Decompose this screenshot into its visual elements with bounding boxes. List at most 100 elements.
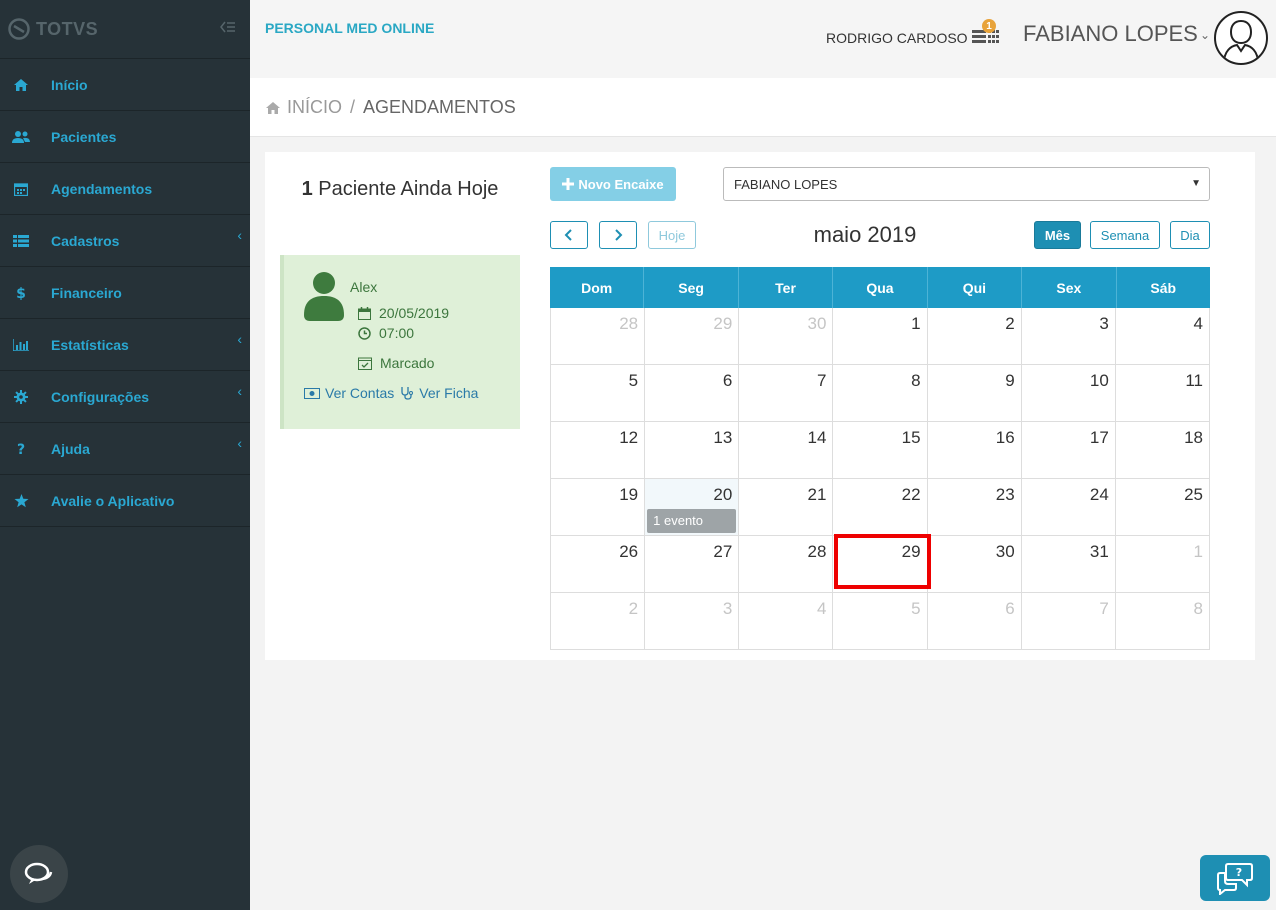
calendar-day-cell[interactable]: 12 xyxy=(550,422,644,478)
app-title[interactable]: PERSONAL MED ONLINE xyxy=(265,20,434,36)
view-week-button[interactable]: Semana xyxy=(1090,221,1160,249)
bar-chart-icon xyxy=(11,338,31,351)
home-icon xyxy=(11,78,31,92)
calendar-day-cell[interactable]: 7 xyxy=(738,365,832,421)
notifications-button[interactable]: 1 xyxy=(972,19,1000,46)
calendar-day-cell[interactable]: 26 xyxy=(550,536,644,592)
sidebar-item-ajuda[interactable]: ? Ajuda ‹ xyxy=(0,423,250,475)
calendar-day-cell[interactable]: 11 xyxy=(1114,365,1210,421)
calendar-day-cell[interactable]: 25 xyxy=(1114,479,1210,535)
next-month-button[interactable] xyxy=(599,221,637,249)
professional-select[interactable]: FABIANO LOPES ▼ xyxy=(723,167,1210,201)
main-panel: 1 Paciente Ainda Hoje Alex 20/05/2019 07… xyxy=(265,152,1255,660)
chevron-left-icon: ‹ xyxy=(237,383,242,399)
day-number: 29 xyxy=(901,542,921,561)
day-number: 9 xyxy=(1005,371,1015,390)
calendar-day-cell[interactable]: 2 xyxy=(926,308,1021,364)
calendar-day-cell[interactable]: 8 xyxy=(1114,593,1210,649)
calendar-day-cell[interactable]: 24 xyxy=(1020,479,1115,535)
calendar-day-cell[interactable]: 27 xyxy=(644,536,738,592)
calendar-day-cell[interactable]: 30 xyxy=(926,536,1021,592)
prev-month-button[interactable] xyxy=(550,221,588,249)
secondary-user-name[interactable]: RODRIGO CARDOSO xyxy=(826,30,968,46)
calendar-day-cell[interactable]: 14 xyxy=(738,422,832,478)
calendar-day-cell[interactable]: 4 xyxy=(1114,308,1210,364)
day-number: 19 xyxy=(619,485,639,504)
help-button[interactable]: ? xyxy=(1200,855,1270,901)
day-number: 6 xyxy=(1005,599,1015,618)
sidebar-item-pacientes[interactable]: Pacientes xyxy=(0,111,250,163)
calendar-day-cell[interactable]: 1 xyxy=(1114,536,1210,592)
chat-button[interactable] xyxy=(10,845,68,903)
calendar-day-cell[interactable]: 22 xyxy=(832,479,926,535)
calendar-day-cell[interactable]: 18 xyxy=(1114,422,1210,478)
day-number: 7 xyxy=(816,371,827,390)
calendar-day-cell[interactable]: 3 xyxy=(1020,308,1115,364)
svg-text:?: ? xyxy=(1236,866,1242,879)
calendar-day-cell[interactable]: 3 xyxy=(644,593,738,649)
sidebar: TOTVS Início Pacientes Agendamentos Cadastr… xyxy=(0,0,250,910)
breadcrumb-home[interactable]: INÍCIO xyxy=(287,97,342,118)
weekday-label: Dom xyxy=(550,267,645,308)
calendar-day-cell[interactable]: 28 xyxy=(550,308,644,364)
calendar-day-cell[interactable]: 29 xyxy=(832,536,926,592)
calendar-day-cell[interactable]: 31 xyxy=(1020,536,1115,592)
calendar-day-cell[interactable]: 5 xyxy=(832,593,926,649)
calendar-day-cell[interactable]: 15 xyxy=(832,422,926,478)
calendar-day-cell[interactable]: 1 xyxy=(832,308,926,364)
calendar-day-cell[interactable]: 6 xyxy=(644,365,738,421)
calendar-day-cell[interactable]: 7 xyxy=(1020,593,1115,649)
day-number: 26 xyxy=(619,542,639,561)
calendar-day-cell[interactable]: 8 xyxy=(832,365,926,421)
calendar-day-cell[interactable]: 9 xyxy=(926,365,1021,421)
day-number: 5 xyxy=(911,599,921,618)
breadcrumb: INÍCIO / AGENDAMENTOS xyxy=(265,97,516,118)
sidebar-item-inicio[interactable]: Início xyxy=(0,59,250,111)
current-user-name[interactable]: FABIANO LOPES xyxy=(1023,21,1198,47)
calendar-day-cell[interactable]: 21 xyxy=(738,479,832,535)
sidebar-item-avalie-o-aplicativo[interactable]: Avalie o Aplicativo xyxy=(0,475,250,527)
calendar-day-cell[interactable]: 6 xyxy=(926,593,1021,649)
calendar-day-cell[interactable]: 10 xyxy=(1020,365,1115,421)
collapse-menu-icon[interactable] xyxy=(220,20,236,38)
question-icon: ? xyxy=(11,441,31,457)
patients-today-title: 1 Paciente Ainda Hoje xyxy=(295,177,505,201)
calendar-day-cell[interactable]: 2 xyxy=(550,593,644,649)
user-avatar[interactable] xyxy=(1214,11,1268,65)
view-month-button[interactable]: Mês xyxy=(1034,221,1081,249)
sidebar-item-label: Agendamentos xyxy=(51,180,153,197)
ver-contas-label: Ver Contas xyxy=(325,385,395,401)
sidebar-item-cadastros[interactable]: Cadastros ‹ xyxy=(0,215,250,267)
sidebar-item-estatisticas[interactable]: Estatísticas ‹ xyxy=(0,319,250,371)
view-day-button[interactable]: Dia xyxy=(1170,221,1210,249)
calendar-day-cell[interactable]: 30 xyxy=(738,308,832,364)
chevron-down-icon[interactable]: ⌄ xyxy=(1200,28,1210,42)
today-button[interactable]: Hoje xyxy=(648,221,696,249)
home-icon xyxy=(266,101,280,114)
calendar-day-cell[interactable]: 17 xyxy=(1020,422,1115,478)
ver-ficha-link[interactable]: Ver Ficha xyxy=(400,385,478,401)
day-number: 2 xyxy=(1005,314,1015,333)
appointment-date-row: 20/05/2019 xyxy=(358,305,449,321)
calendar-day-cell[interactable]: 20 1 evento xyxy=(644,479,739,535)
calendar-day-cell[interactable]: 28 xyxy=(738,536,832,592)
calendar-day-cell[interactable]: 13 xyxy=(644,422,738,478)
day-number: 4 xyxy=(816,599,827,618)
calendar-day-cell[interactable]: 16 xyxy=(926,422,1021,478)
weekday-header: Dom Seg Ter Qua Qui Sex Sáb xyxy=(550,267,1210,308)
ver-contas-link[interactable]: Ver Contas xyxy=(304,385,394,401)
calendar-day-cell[interactable]: 29 xyxy=(644,308,738,364)
sidebar-item-configuracoes[interactable]: Configurações ‹ xyxy=(0,371,250,423)
calendar-day-cell[interactable]: 5 xyxy=(550,365,644,421)
sidebar-item-agendamentos[interactable]: Agendamentos xyxy=(0,163,250,215)
calendar-event[interactable]: 1 evento xyxy=(647,509,737,533)
totvs-logo[interactable]: TOTVS xyxy=(8,18,98,40)
novo-encaixe-button[interactable]: Novo Encaixe xyxy=(550,167,676,201)
day-number: 14 xyxy=(807,428,827,447)
calendar-day-cell[interactable]: 4 xyxy=(738,593,832,649)
appointment-status: Marcado xyxy=(380,355,435,371)
calendar-day-cell[interactable]: 23 xyxy=(926,479,1021,535)
day-number: 28 xyxy=(619,314,639,333)
calendar-day-cell[interactable]: 19 xyxy=(550,479,644,535)
sidebar-item-financeiro[interactable]: $ Financeiro xyxy=(0,267,250,319)
